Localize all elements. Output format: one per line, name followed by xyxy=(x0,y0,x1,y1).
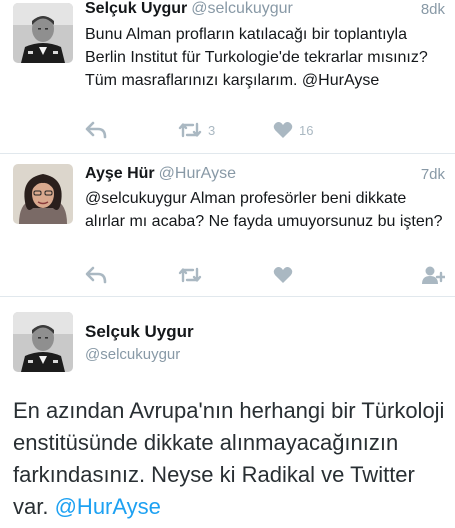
author-name[interactable]: Selçuk Uygur xyxy=(85,322,194,342)
tweet-actions: 3 16 xyxy=(85,118,445,142)
reply-button[interactable] xyxy=(85,263,107,287)
retweet-icon xyxy=(178,122,202,138)
avatar-selcuk-detail[interactable] xyxy=(13,312,73,372)
heart-icon xyxy=(273,122,293,138)
follow-button[interactable] xyxy=(421,263,445,287)
retweet-button[interactable] xyxy=(178,263,202,287)
heart-icon xyxy=(273,267,293,283)
author-name[interactable]: Ayşe Hür xyxy=(85,165,155,182)
avatar-selcuk-image xyxy=(13,3,73,63)
tweet-header: Selçuk Uygur @selcukuygur xyxy=(85,0,293,18)
like-button[interactable]: 16 xyxy=(273,118,313,142)
author-handle[interactable]: @HurAyse xyxy=(159,165,236,182)
reply-icon xyxy=(85,121,107,139)
retweet-button[interactable]: 3 xyxy=(178,118,215,142)
follow-icon xyxy=(422,266,445,284)
reply-button[interactable] xyxy=(85,118,107,142)
avatar-selcuk[interactable] xyxy=(13,3,73,63)
like-button[interactable] xyxy=(273,263,293,287)
author-name[interactable]: Selçuk Uygur xyxy=(85,0,187,17)
reply-icon xyxy=(85,266,107,284)
tweet-text: @selcukuygur Alman profesörler beni dikk… xyxy=(85,190,443,230)
avatar-selcuk-image xyxy=(13,312,73,372)
retweet-count: 3 xyxy=(208,122,216,138)
tweet-actions xyxy=(85,263,445,287)
author-handle[interactable]: @selcukuygur xyxy=(191,0,293,17)
tweet-timestamp[interactable]: 7dk xyxy=(421,166,445,183)
tweet-divider xyxy=(0,153,455,154)
mention-link[interactable]: @HurAyse xyxy=(55,494,161,519)
like-count: 16 xyxy=(299,122,314,138)
retweet-icon xyxy=(178,267,202,283)
tweet-text: Bunu Alman profların katılacağı bir topl… xyxy=(85,26,428,89)
avatar-ayse-image xyxy=(13,164,73,224)
avatar-ayse[interactable] xyxy=(13,164,73,224)
tweet-text: En azından Avrupa'nın herhangi bir Türko… xyxy=(13,395,449,523)
tweet-header: Ayşe Hür @HurAyse xyxy=(85,165,236,183)
tweet-divider xyxy=(0,296,455,297)
tweet-timestamp[interactable]: 8dk xyxy=(421,1,445,18)
author-handle[interactable]: @selcukuygur xyxy=(85,346,180,363)
